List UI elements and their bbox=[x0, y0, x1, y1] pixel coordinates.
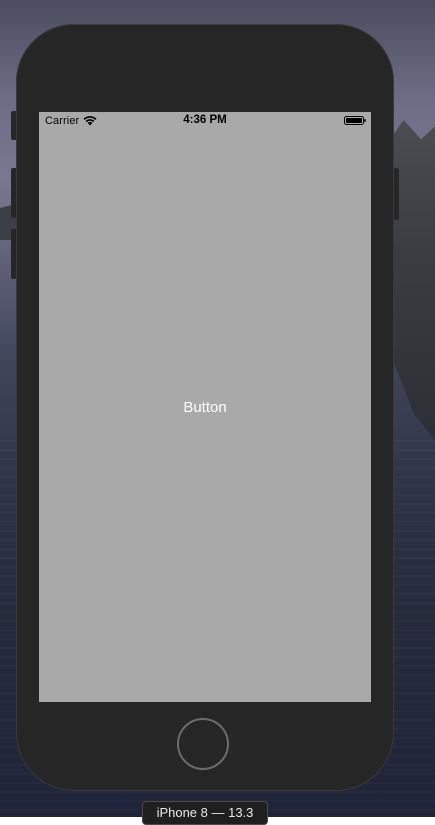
status-bar: Carrier 4:36 PM bbox=[39, 112, 371, 130]
center-button[interactable]: Button bbox=[155, 392, 255, 422]
status-time: 4:36 PM bbox=[183, 114, 227, 126]
app-screen: Carrier 4:36 PM Button bbox=[39, 112, 371, 702]
battery-icon bbox=[344, 116, 366, 125]
simulator-device-label: iPhone 8 — 13.3 bbox=[142, 801, 268, 825]
home-button[interactable] bbox=[177, 718, 229, 770]
